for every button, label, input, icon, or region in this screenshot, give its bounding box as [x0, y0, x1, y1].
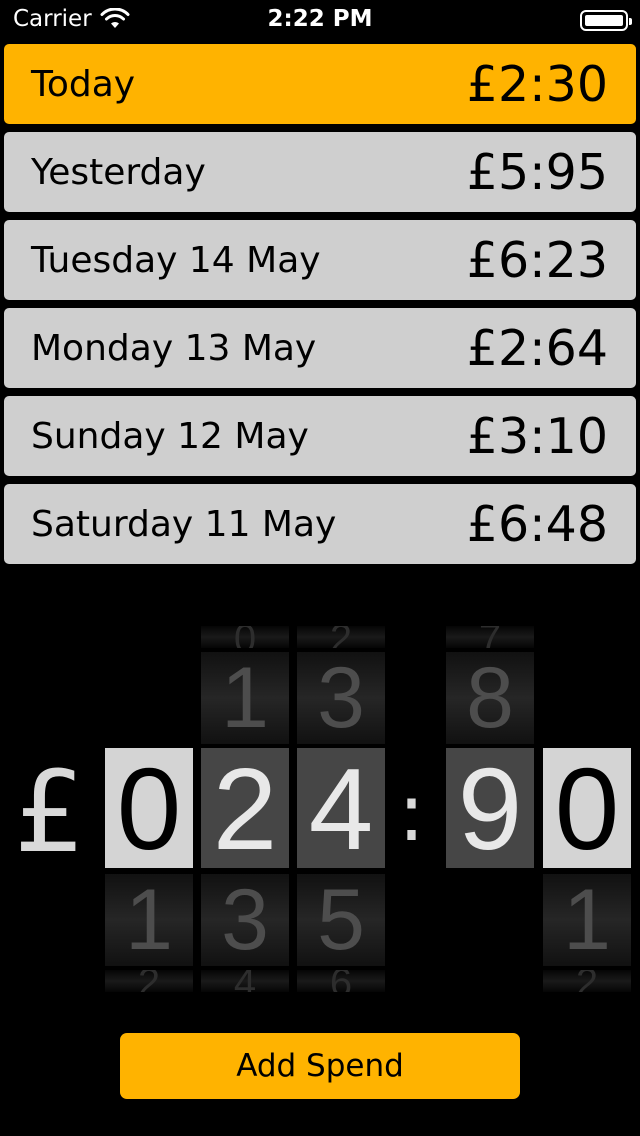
- digit-wheel[interactable]: 2 345 6: [297, 620, 385, 1000]
- day-label: Sunday 12 May: [31, 416, 309, 457]
- wheel-current-digit: 0: [543, 748, 631, 868]
- spend-odometer[interactable]: £ : 0120123423456789012: [0, 620, 640, 1000]
- day-row[interactable]: Yesterday £5:95: [4, 132, 636, 212]
- wheel-previous-digit: 3: [297, 652, 385, 744]
- wheel-next-digit: 3: [201, 874, 289, 966]
- day-row[interactable]: Tuesday 14 May £6:23: [4, 220, 636, 300]
- wheel-far-previous-digit: 0: [201, 626, 289, 648]
- day-label: Monday 13 May: [31, 328, 317, 369]
- day-amount: £6:48: [466, 496, 608, 553]
- decimal-separator: :: [398, 766, 425, 859]
- wheel-far-previous-digit: 2: [297, 626, 385, 648]
- digit-wheel[interactable]: 7 89: [446, 620, 534, 1000]
- day-row[interactable]: Monday 13 May £2:64: [4, 308, 636, 388]
- wheel-next-digit: 5: [297, 874, 385, 966]
- status-time: 2:22 PM: [267, 6, 373, 32]
- wheel-previous-digit: 1: [201, 652, 289, 744]
- wheel-current-digit: 4: [297, 748, 385, 868]
- digit-wheel[interactable]: 01 2: [543, 620, 631, 1000]
- wheel-far-next-digit: 4: [201, 970, 289, 992]
- battery-icon: [580, 10, 632, 31]
- wheel-far-next-digit: 2: [543, 970, 631, 992]
- wheel-current-digit: 9: [446, 748, 534, 868]
- add-spend-button[interactable]: Add Spend: [120, 1033, 520, 1099]
- wheel-far-previous-digit: 7: [446, 626, 534, 648]
- day-amount: £5:95: [466, 144, 608, 201]
- wheel-far-next-digit: 2: [105, 970, 193, 992]
- currency-symbol: £: [14, 748, 86, 878]
- day-amount: £2:30: [466, 56, 608, 113]
- wheel-far-next-digit: 6: [297, 970, 385, 992]
- day-amount: £6:23: [466, 232, 608, 289]
- day-amount: £2:64: [466, 320, 608, 377]
- day-label: Yesterday: [31, 152, 206, 193]
- wheel-current-digit: 0: [105, 748, 193, 868]
- day-label: Tuesday 14 May: [31, 240, 321, 281]
- digit-wheel[interactable]: 0 123 4: [201, 620, 289, 1000]
- day-label: Saturday 11 May: [31, 504, 337, 545]
- wheel-next-digit: 1: [543, 874, 631, 966]
- day-row[interactable]: Saturday 11 May £6:48: [4, 484, 636, 564]
- status-bar: Carrier 2:22 PM: [0, 0, 640, 40]
- day-row[interactable]: Sunday 12 May £3:10: [4, 396, 636, 476]
- day-amount: £3:10: [466, 408, 608, 465]
- wheel-previous-digit: 8: [446, 652, 534, 744]
- digit-wheel[interactable]: 01 2: [105, 620, 193, 1000]
- day-label: Today: [31, 64, 136, 105]
- wheel-current-digit: 2: [201, 748, 289, 868]
- wheel-next-digit: 1: [105, 874, 193, 966]
- day-row[interactable]: Today £2:30: [4, 44, 636, 124]
